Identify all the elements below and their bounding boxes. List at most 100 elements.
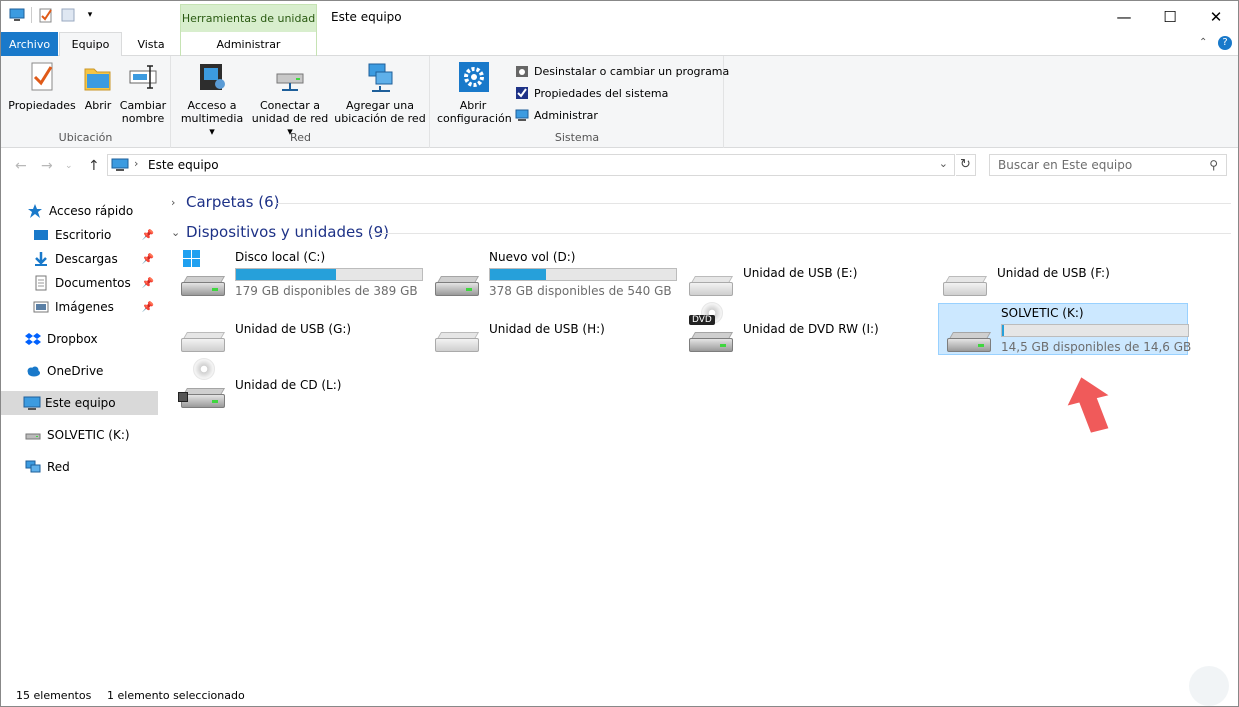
drive-tile-h[interactable]: Unidad de USB (H:) <box>427 304 677 356</box>
group-label-red: Red <box>290 131 311 144</box>
tab-equipo[interactable]: Equipo <box>59 32 122 57</box>
cd-drive-icon <box>178 358 227 408</box>
up-arrow-icon[interactable]: ↑ <box>88 158 100 174</box>
group-header-carpetas[interactable]: › Carpetas (6) <box>171 193 280 211</box>
usb-drive-icon <box>181 314 227 352</box>
refresh-icon: ↻ <box>960 157 971 172</box>
properties-icon[interactable] <box>38 7 54 23</box>
maximize-button[interactable]: ☐ <box>1147 1 1193 32</box>
search-icon: ⚲ <box>1209 158 1218 172</box>
pin-icon[interactable]: 📌 <box>142 254 154 265</box>
sidebar-item-este-equipo[interactable]: Este equipo <box>1 391 158 415</box>
breadcrumb-separator-icon: › <box>134 157 139 170</box>
abrir-button[interactable]: Abrir <box>81 60 115 112</box>
sidebar-item-acceso-rapido[interactable]: Acceso rápido <box>1 199 158 223</box>
chevron-down-icon[interactable]: ▾ <box>82 7 98 23</box>
group-header-dispositivos[interactable]: ⌄ Dispositivos y unidades (9) <box>171 223 389 241</box>
watermark-logo <box>1189 666 1229 706</box>
ribbon-tabs: Archivo Equipo Vista Administrar ⌃ ? <box>1 32 1238 57</box>
minimize-button[interactable]: — <box>1101 1 1147 32</box>
download-icon <box>33 251 49 267</box>
drive-name: Unidad de DVD RW (I:) <box>743 322 879 336</box>
network-icon <box>25 459 41 475</box>
content-area: › Carpetas (6) ⌄ Dispositivos y unidades… <box>171 186 1231 676</box>
drive-tile-d[interactable]: Nuevo vol (D:) 378 GB disponibles de 540… <box>427 248 677 300</box>
usb-drive-icon <box>943 258 989 296</box>
desktop-icon <box>33 227 49 243</box>
recent-chevron-icon[interactable]: ⌄ <box>65 161 73 171</box>
sidebar-item-descargas[interactable]: Descargas 📌 <box>1 247 158 271</box>
uninstall-icon <box>515 64 529 78</box>
sidebar-item-onedrive[interactable]: OneDrive <box>1 359 158 383</box>
star-icon <box>27 203 43 219</box>
agregar-ubicacion-red-button[interactable]: Agregar una ubicación de red <box>334 60 426 125</box>
network-location-icon <box>364 60 396 94</box>
ribbon-group-ubicacion: Propiedades Abrir Cambiar nombre Ubicaci… <box>1 56 171 148</box>
drive-name: Unidad de CD (L:) <box>235 378 342 392</box>
drive-tile-i[interactable]: DVD Unidad de DVD RW (I:) <box>681 302 931 356</box>
computer-icon <box>111 158 129 175</box>
abrir-configuracion-button[interactable]: Abrir configuración <box>437 60 512 125</box>
cambiar-nombre-button[interactable]: Cambiar nombre <box>119 60 167 125</box>
address-bar[interactable]: › Este equipo ⌄ <box>107 154 955 176</box>
administrar-button[interactable]: Administrar <box>515 108 598 122</box>
sidebar-item-solvetic[interactable]: SOLVETIC (K:) <box>1 423 158 447</box>
navigation-bar: ← → ⌄ ↑ › Este equipo ⌄ ↻ Buscar en Este… <box>1 148 1238 184</box>
desinstalar-programa-button[interactable]: Desinstalar o cambiar un programa <box>515 64 729 78</box>
computer-icon[interactable] <box>9 7 25 23</box>
group-divider <box>277 203 1231 204</box>
drive-tile-e[interactable]: Unidad de USB (E:) <box>681 248 931 300</box>
drive-tile-c[interactable]: Disco local (C:) 179 GB disponibles de 3… <box>173 248 423 300</box>
drive-name: Nuevo vol (D:) <box>489 250 576 264</box>
quick-access-toolbar: ▾ <box>9 7 104 23</box>
minimize-icon: — <box>1116 7 1132 26</box>
pin-icon[interactable]: 📌 <box>142 230 154 241</box>
pin-icon[interactable]: 📌 <box>142 302 154 313</box>
drive-tile-g[interactable]: Unidad de USB (G:) <box>173 304 423 356</box>
conectar-unidad-red-button[interactable]: Conectar a unidad de red ▾ <box>250 60 330 138</box>
gear-icon <box>457 60 489 94</box>
drive-usage-bar <box>1001 324 1189 337</box>
drive-tile-f[interactable]: Unidad de USB (F:) <box>935 248 1185 300</box>
file-explorer-window: ▾ Herramientas de unidad Este equipo — ☐… <box>0 0 1239 707</box>
chevron-down-icon[interactable]: ⌄ <box>939 157 948 170</box>
usb-drive-icon <box>947 314 993 352</box>
propiedades-sistema-button[interactable]: Propiedades del sistema <box>515 86 668 100</box>
drive-free-space: 14,5 GB disponibles de 14,6 GB <box>1001 340 1192 354</box>
acceso-multimedia-button[interactable]: Acceso a multimedia ▾ <box>178 60 246 138</box>
drive-tile-k[interactable]: SOLVETIC (K:) 14,5 GB disponibles de 14,… <box>938 303 1192 355</box>
sidebar-item-imagenes[interactable]: Imágenes 📌 <box>1 295 158 319</box>
chevron-down-icon: ⌄ <box>171 225 181 239</box>
close-button[interactable]: ✕ <box>1193 1 1239 32</box>
sidebar-item-escritorio[interactable]: Escritorio 📌 <box>1 223 158 247</box>
pin-icon[interactable]: 📌 <box>142 278 154 289</box>
forward-arrow-icon[interactable]: → <box>41 158 53 174</box>
back-arrow-icon[interactable]: ← <box>15 158 27 174</box>
document-icon <box>33 275 49 291</box>
help-icon[interactable]: ? <box>1218 36 1232 50</box>
tab-vista[interactable]: Vista <box>125 32 177 56</box>
drive-free-space: 179 GB disponibles de 389 GB <box>235 284 418 298</box>
manage-icon <box>515 108 529 122</box>
network-drive-icon <box>274 60 306 94</box>
search-input[interactable]: Buscar en Este equipo ⚲ <box>989 154 1227 176</box>
group-label-sistema: Sistema <box>554 131 600 144</box>
usb-drive-icon <box>25 427 41 443</box>
system-properties-icon <box>515 86 529 100</box>
new-folder-icon[interactable] <box>60 7 76 23</box>
collapse-ribbon-icon[interactable]: ⌃ <box>1199 37 1207 48</box>
sidebar-item-documentos[interactable]: Documentos 📌 <box>1 271 158 295</box>
refresh-button[interactable]: ↻ <box>956 154 976 176</box>
ribbon: Propiedades Abrir Cambiar nombre Ubicaci… <box>1 56 1238 148</box>
ribbon-group-red: Acceso a multimedia ▾ Conectar a unidad … <box>172 56 430 148</box>
properties-icon <box>26 60 58 94</box>
drive-name: Disco local (C:) <box>235 250 326 264</box>
tab-administrar[interactable]: Administrar <box>180 32 317 56</box>
propiedades-button[interactable]: Propiedades <box>7 60 77 112</box>
hard-drive-icon <box>435 258 481 296</box>
tab-archivo[interactable]: Archivo <box>1 32 58 56</box>
sidebar-item-dropbox[interactable]: Dropbox <box>1 327 158 351</box>
sidebar-item-red[interactable]: Red <box>1 455 158 479</box>
title-bar: ▾ Herramientas de unidad Este equipo — ☐… <box>1 1 1238 32</box>
drive-tile-l[interactable]: Unidad de CD (L:) <box>173 358 423 412</box>
